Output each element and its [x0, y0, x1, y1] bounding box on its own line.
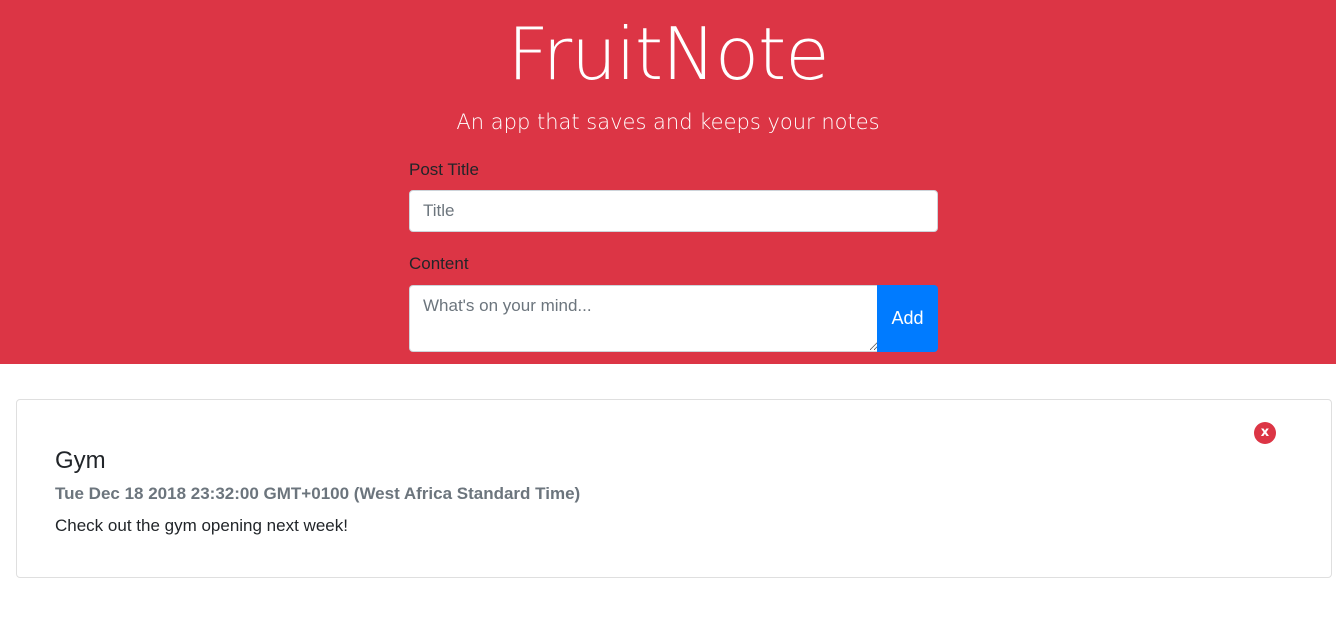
note-body: Check out the gym opening next week!	[55, 516, 348, 535]
delete-note-button[interactable]: x	[1254, 422, 1276, 444]
header-hero: FruitNote An app that saves and keeps yo…	[0, 0, 1336, 364]
add-button[interactable]: Add	[877, 285, 938, 352]
app-tagline: An app that saves and keeps your notes	[456, 110, 880, 134]
post-title-input[interactable]	[409, 190, 938, 232]
note-card: x Gym Tue Dec 18 2018 23:32:00 GMT+0100 …	[16, 399, 1332, 578]
post-title-label: Post Title	[409, 160, 479, 179]
note-title: Gym	[55, 447, 106, 474]
content-textarea[interactable]	[409, 285, 878, 352]
app-title: FruitNote	[507, 12, 829, 96]
content-label: Content	[409, 254, 469, 273]
note-date: Tue Dec 18 2018 23:32:00 GMT+0100 (West …	[55, 484, 581, 503]
